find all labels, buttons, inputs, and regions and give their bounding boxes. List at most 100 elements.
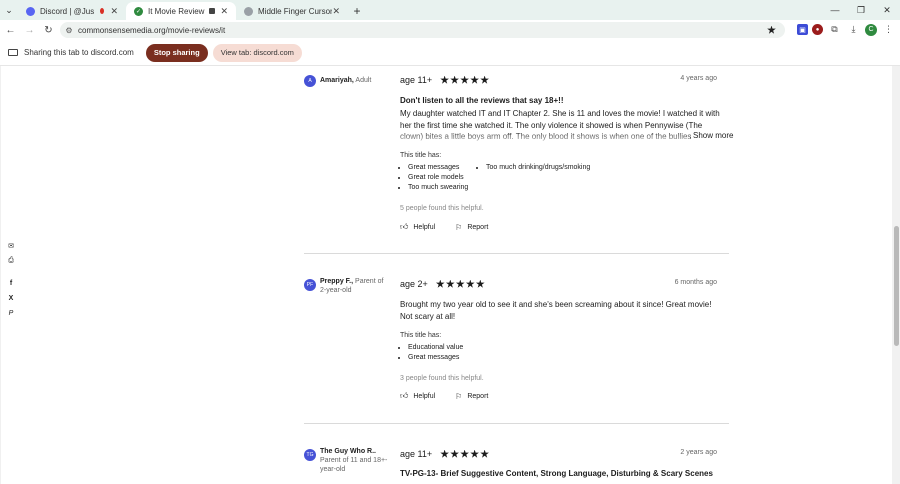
toolbar-right: ▣ ● ⧉ ⤓ C ⋮ <box>797 22 896 37</box>
star-icon <box>480 449 489 458</box>
helpful-button[interactable]: Helpful <box>413 393 435 400</box>
divider <box>304 253 729 254</box>
list-item: Great messages <box>408 163 468 173</box>
x-icon[interactable]: X <box>9 291 14 306</box>
reviewer-name[interactable]: Preppy F., <box>320 278 353 285</box>
profile-avatar[interactable]: C <box>865 23 877 36</box>
sharing-infobar: Sharing this tab to discord.com Stop sha… <box>0 40 900 66</box>
text-fade <box>400 131 690 143</box>
close-tab-icon[interactable]: ✕ <box>220 6 228 17</box>
tab-title: It Movie Review | Common <box>148 6 205 16</box>
list-item: Too much swearing <box>408 183 468 193</box>
address-bar[interactable]: ⚙ commonsensemedia.org/movie-reviews/it … <box>60 22 785 38</box>
age-rating: age 11+ <box>400 75 490 85</box>
page-content: ✉ ⎙ f X P A Amariyah, Adult age 11+ 4 ye… <box>0 66 900 484</box>
star-icon <box>460 449 469 458</box>
flag-icon[interactable]: ⚐ <box>455 392 462 401</box>
email-icon[interactable]: ✉ <box>8 238 14 253</box>
title-has-label: This title has: <box>400 332 442 339</box>
view-tab-button[interactable]: View tab: discord.com <box>212 43 302 62</box>
list-item: Great role models <box>408 173 468 183</box>
star-icon <box>445 279 455 288</box>
tab-strip: ⌄ Discord | @Just a Fox ✕ ✓ It Movie Rev… <box>0 0 900 20</box>
tab-search-chevron-icon[interactable]: ⌄ <box>0 0 18 20</box>
scrollbar-thumb[interactable] <box>894 226 899 346</box>
report-button[interactable]: Report <box>467 393 488 400</box>
reviewer-name[interactable]: The Guy Who R.. <box>320 448 376 455</box>
star-rating <box>440 75 490 85</box>
reviewer-info: Preppy F., Parent of 2-year-old <box>320 277 390 295</box>
reviewer-role: Parent of 11 and 18+-year-old <box>320 457 388 473</box>
close-tab-icon[interactable]: ✕ <box>110 6 118 17</box>
flag-icon[interactable]: ⚐ <box>455 223 462 232</box>
reviewer: TG The Guy Who R.. Parent of 11 and 18+-… <box>304 447 390 474</box>
list-item: Great messages <box>408 353 463 363</box>
star-icon <box>475 279 485 288</box>
close-window-icon[interactable]: ✕ <box>874 0 900 20</box>
site-info-icon[interactable]: ⚙ <box>60 26 78 35</box>
reviewer-name[interactable]: Amariyah, <box>320 77 354 84</box>
show-more-link[interactable]: Show more <box>691 131 734 140</box>
discord-favicon-icon <box>26 6 35 16</box>
title-has-list: Educational value Great messages <box>408 343 463 363</box>
avatar: A <box>304 75 316 87</box>
bookmark-star-icon[interactable]: ☆ <box>767 25 776 34</box>
reload-icon[interactable]: ↻ <box>40 22 57 39</box>
tab-discord[interactable]: Discord | @Just a Fox ✕ <box>18 2 126 20</box>
sharing-text: Sharing this tab to discord.com <box>24 48 134 57</box>
extensions-puzzle-icon[interactable]: ⧉ <box>827 22 842 37</box>
tab-title: Discord | @Just a Fox <box>40 6 95 16</box>
review-actions: 👍︎ Helpful ⚐ Report <box>400 391 488 401</box>
minimize-icon[interactable]: — <box>822 0 848 20</box>
extension-badge-icon[interactable]: ● <box>812 24 823 35</box>
star-rating <box>435 279 486 289</box>
page-favicon-icon <box>244 6 253 16</box>
helpful-count: 5 people found this helpful. <box>400 205 484 212</box>
close-tab-icon[interactable]: ✕ <box>332 6 340 17</box>
reviewer-role: Adult <box>353 77 372 84</box>
title-has-label: This title has: <box>400 152 442 159</box>
tab-middle-finger-cursor[interactable]: Middle Finger Cursor ✕ <box>236 2 348 20</box>
reviewer-info: Amariyah, Adult <box>320 76 390 87</box>
maximize-icon[interactable]: ❐ <box>848 0 874 20</box>
list-item: Too much drinking/drugs/smoking <box>486 163 590 173</box>
tab-title: Middle Finger Cursor <box>258 6 333 16</box>
forward-icon[interactable]: → <box>21 22 38 39</box>
star-icon <box>470 449 479 458</box>
tab-it-movie-review[interactable]: ✓ It Movie Review | Common ✕ <box>126 2 236 20</box>
star-icon <box>440 449 449 458</box>
recording-indicator-icon <box>100 8 105 14</box>
divider <box>304 423 729 424</box>
star-icon <box>450 449 459 458</box>
thumbs-up-icon[interactable]: 👍︎ <box>400 222 408 232</box>
report-button[interactable]: Report <box>467 224 488 231</box>
window-controls: — ❐ ✕ <box>822 0 900 20</box>
review-title: Don't listen to all the reviews that say… <box>400 96 564 105</box>
pinterest-icon[interactable]: P <box>9 306 14 321</box>
back-icon[interactable]: ← <box>2 22 19 39</box>
star-icon <box>460 75 469 84</box>
title-has-list: Too much drinking/drugs/smoking <box>486 163 590 173</box>
helpful-button[interactable]: Helpful <box>413 224 435 231</box>
facebook-icon[interactable]: f <box>10 276 12 291</box>
helpful-count: 3 people found this helpful. <box>400 375 484 382</box>
menu-kebab-icon[interactable]: ⋮ <box>881 22 896 37</box>
page-scrollbar[interactable] <box>892 66 900 484</box>
star-rating <box>440 449 490 459</box>
commonsense-favicon-icon: ✓ <box>134 6 143 16</box>
star-icon <box>470 75 479 84</box>
print-icon[interactable]: ⎙ <box>8 253 14 268</box>
download-icon[interactable]: ⤓ <box>846 22 861 37</box>
star-icon <box>465 279 475 288</box>
review-date: 2 years ago <box>680 449 717 456</box>
reviewer-info: The Guy Who R.. Parent of 11 and 18+-yea… <box>320 447 390 474</box>
thumbs-up-icon[interactable]: 👍︎ <box>400 391 408 401</box>
title-has-list: Great messages Great role models Too muc… <box>408 163 468 193</box>
stop-sharing-button[interactable]: Stop sharing <box>145 43 208 62</box>
age-rating: age 2+ <box>400 279 486 289</box>
review-body: Brought my two year old to see it and sh… <box>400 300 712 321</box>
list-item: Educational value <box>408 343 463 353</box>
reviewer: PF Preppy F., Parent of 2-year-old <box>304 277 390 295</box>
extension-icon[interactable]: ▣ <box>797 24 808 35</box>
new-tab-icon[interactable]: + <box>348 2 366 20</box>
